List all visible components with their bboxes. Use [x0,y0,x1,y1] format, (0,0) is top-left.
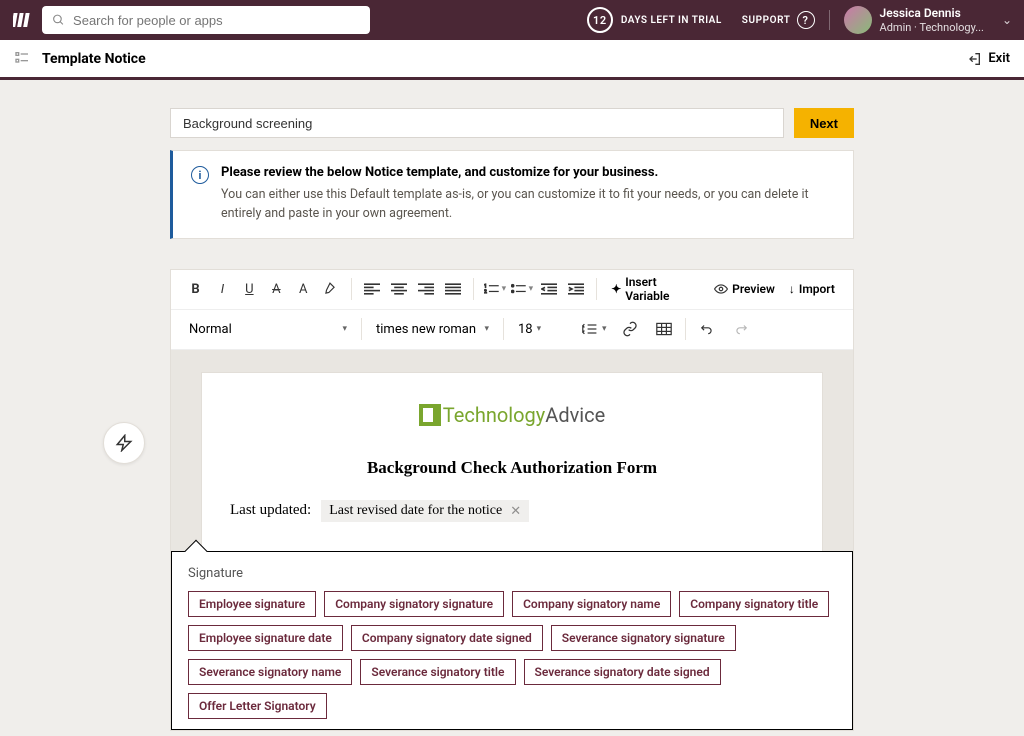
notice-body: You can either use this Default template… [221,186,835,224]
font-family-select[interactable]: times new roman▾ [370,318,495,341]
page-body: Next i Please review the below Notice te… [0,80,1024,731]
toolbar-format: B I U A A 12▾ ▾ ✦Insert Variable Preview… [171,270,853,310]
line-height-select[interactable]: ▾ [580,322,609,336]
trial-label: DAYS LEFT IN TRIAL [621,15,722,26]
search-icon [52,13,65,27]
company-logo: TechnologyAdvice [230,403,794,430]
indent-button[interactable] [563,276,588,302]
toolbar-secondary: Normal▾ times new roman▾ 18▾ ▾ [171,310,853,350]
next-button[interactable]: Next [794,108,854,138]
highlight-button[interactable] [318,276,343,302]
variable-chip[interactable]: Last revised date for the notice ✕ [321,500,529,522]
outdent-button[interactable] [536,276,561,302]
logo-mark-icon [419,404,441,426]
align-right-button[interactable] [414,276,439,302]
text-color-button[interactable]: A [291,276,316,302]
signature-tag[interactable]: Severance signatory name [188,659,352,685]
ordered-list-button[interactable]: 12▾ [482,276,507,302]
paragraph-style-select[interactable]: Normal▾ [183,318,353,341]
link-button[interactable] [617,316,643,342]
support-link[interactable]: SUPPORT ? [742,11,815,29]
support-label: SUPPORT [742,15,791,26]
font-size-select[interactable]: 18▾ [512,318,572,341]
app-logo [12,10,32,30]
user-name: Jessica Dennis [880,6,984,20]
signature-tag[interactable]: Company signatory date signed [351,625,543,651]
redo-button[interactable] [728,316,754,342]
variable-chip-label: Last revised date for the notice [329,503,502,519]
editor-canvas[interactable]: TechnologyAdvice Background Check Author… [171,350,853,730]
global-search[interactable] [42,6,370,34]
strikethrough-button[interactable]: A [264,276,289,302]
top-bar: 12 DAYS LEFT IN TRIAL SUPPORT ? Jessica … [0,0,1024,40]
popover-title: Signature [188,566,836,581]
signature-tag[interactable]: Company signatory signature [324,591,504,617]
svg-text:2: 2 [484,289,487,295]
signature-tag[interactable]: Employee signature [188,591,316,617]
import-button[interactable]: ↓Import [783,282,841,296]
template-title-input[interactable] [170,108,784,138]
undo-button[interactable] [694,316,720,342]
notice-title: Please review the below Notice template,… [221,165,835,180]
document-title: Background Check Authorization Form [230,458,794,478]
italic-button[interactable]: I [210,276,235,302]
search-input[interactable] [73,13,360,28]
underline-button[interactable]: U [237,276,262,302]
signature-tag[interactable]: Offer Letter Signatory [188,693,327,719]
signature-tag[interactable]: Severance signatory signature [551,625,736,651]
exit-button[interactable]: Exit [966,51,1010,67]
lightning-icon [115,434,133,452]
signature-tag[interactable]: Severance signatory title [360,659,515,685]
preview-button[interactable]: Preview [708,282,781,296]
info-icon: i [191,166,209,184]
user-text: Jessica Dennis Admin · Technology... [880,6,984,34]
chevron-down-icon: ⌄ [1002,13,1012,27]
signature-tag-list: Employee signature Company signatory sign… [188,591,836,719]
unordered-list-button[interactable]: ▾ [509,276,534,302]
align-justify-button[interactable] [441,276,466,302]
info-notice: i Please review the below Notice templat… [170,150,854,239]
user-menu[interactable]: Jessica Dennis Admin · Technology... ⌄ [844,6,1012,34]
signature-popover: Signature Employee signature Company sign… [171,551,853,730]
quick-action-button[interactable] [103,422,145,464]
divider [829,10,830,30]
logo-text-2: Advice [545,403,605,427]
table-button[interactable] [651,316,677,342]
template-icon [14,50,32,68]
trial-indicator[interactable]: 12 DAYS LEFT IN TRIAL [587,7,722,33]
logo-text-1: Technology [443,403,545,427]
last-updated-row: Last updated: Last revised date for the … [230,500,794,522]
signature-tag[interactable]: Company signatory title [679,591,829,617]
close-icon[interactable]: ✕ [510,503,521,519]
align-left-button[interactable] [360,276,385,302]
trial-days-circle: 12 [587,7,613,33]
sub-header: Template Notice Exit [0,40,1024,80]
insert-variable-button[interactable]: ✦Insert Variable [605,275,706,303]
exit-icon [966,51,982,67]
title-row: Next [170,108,854,138]
page-title: Template Notice [42,51,966,67]
bold-button[interactable]: B [183,276,208,302]
avatar [844,6,872,34]
exit-label: Exit [988,51,1010,66]
signature-tag[interactable]: Employee signature date [188,625,343,651]
user-role: Admin · Technology... [880,21,984,34]
last-updated-label: Last updated: [230,502,311,519]
help-icon: ? [797,11,815,29]
signature-tag[interactable]: Severance signatory date signed [524,659,721,685]
editor: B I U A A 12▾ ▾ ✦Insert Variable Preview… [170,269,854,731]
signature-tag[interactable]: Company signatory name [512,591,671,617]
align-center-button[interactable] [387,276,412,302]
